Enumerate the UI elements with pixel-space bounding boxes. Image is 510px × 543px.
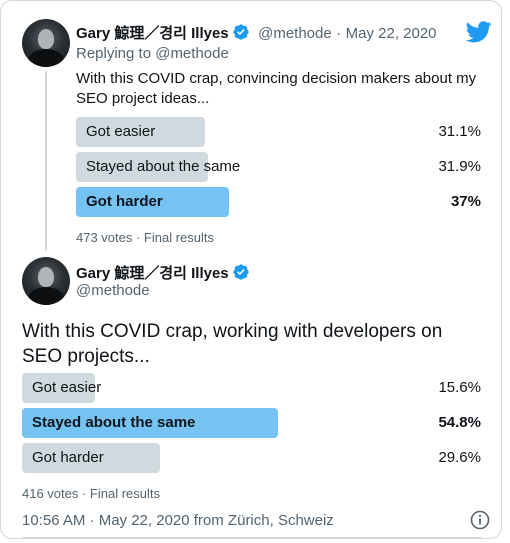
info-icon[interactable] (470, 510, 490, 530)
poll-option-label: Got harder (86, 193, 163, 210)
tweet-text: With this COVID crap, convincing decisio… (76, 70, 477, 107)
poll-summary: 473 votes · Final results (76, 230, 215, 245)
replying-to[interactable]: Replying to @methode (76, 45, 229, 62)
tweet-header: Gary 鯨理／경리 Illyes (76, 262, 250, 283)
poll-option-percent: 31.1% (438, 123, 481, 140)
poll-option: Got easier 31.1% (76, 117, 481, 147)
avatar[interactable] (22, 257, 70, 305)
poll-option-winner: Got harder 37% (76, 187, 481, 217)
verified-badge-icon (232, 264, 249, 280)
poll-option-label: Got easier (86, 123, 156, 140)
twitter-bird-icon[interactable] (466, 21, 492, 43)
author-name[interactable]: Gary 鯨理／경리 Illyes (76, 25, 229, 42)
author-name[interactable]: Gary 鯨理／경리 Illyes (76, 265, 229, 282)
poll-option-percent: 29.6% (438, 449, 481, 466)
avatar[interactable] (22, 19, 70, 67)
poll-option-label: Stayed about the same (32, 414, 196, 431)
separator: · (336, 25, 342, 42)
avatar-shoulders (28, 287, 64, 305)
poll-option-label: Got easier (32, 379, 102, 396)
poll-option-percent: 15.6% (438, 379, 481, 396)
footer-divider (22, 537, 482, 538)
avatar-face (38, 29, 54, 49)
poll-option-label: Got harder (32, 449, 104, 466)
poll-option-percent: 37% (450, 193, 481, 210)
poll-option-winner: Stayed about the same 54.8% (22, 408, 481, 438)
tweet-date[interactable]: May 22, 2020 (346, 25, 437, 42)
author-handle[interactable]: @methode (76, 282, 150, 299)
poll-option-label: Stayed about the same (86, 158, 241, 175)
verified-badge-icon (232, 24, 249, 40)
poll-option: Got harder 29.6% (22, 443, 481, 473)
author-handle[interactable]: @methode (258, 25, 332, 42)
poll-option-percent: 31.9% (438, 158, 481, 175)
poll-option: Stayed about the same 31.9% (76, 152, 481, 182)
poll-option-percent: 54.8% (438, 414, 481, 431)
avatar-face (38, 267, 54, 287)
tweet-header: Gary 鯨理／경리 Illyes @methode · May 22, 202… (76, 22, 437, 43)
thread-line (45, 71, 47, 251)
tweet-timestamp[interactable]: 10:56 AM · May 22, 2020 from Zürich, Sch… (22, 512, 334, 529)
poll-summary: 416 votes · Final results (22, 486, 161, 501)
tweet-card: Gary 鯨理／경리 Illyes @methode · May 22, 202… (0, 0, 502, 539)
poll-option: Got easier 15.6% (22, 373, 481, 403)
avatar-shoulders (28, 49, 64, 67)
tweet-text: With this COVID crap, working with devel… (22, 321, 443, 367)
